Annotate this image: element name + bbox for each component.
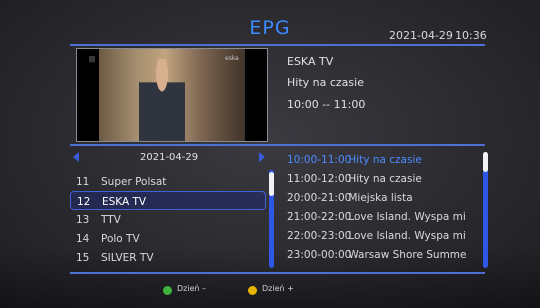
yellow-key-icon xyxy=(248,286,257,295)
green-key-label: Dzień – xyxy=(177,284,207,293)
info-channel-name: ESKA TV xyxy=(287,55,334,68)
channel-number: 11 xyxy=(76,176,90,188)
header-time: 10:36 xyxy=(455,29,487,42)
video-logo-right: eska xyxy=(225,55,239,62)
yellow-key-label: Dzień + xyxy=(262,284,294,293)
program-row[interactable]: 10:00-11:00 Hity na czasie xyxy=(287,154,422,166)
divider-top xyxy=(70,44,485,46)
program-list-scrollbar[interactable] xyxy=(483,152,488,268)
channel-name: Polo TV xyxy=(101,233,140,245)
program-time: 11:00-12:00 xyxy=(287,173,352,185)
channel-name: SILVER TV xyxy=(101,252,154,264)
channel-row-selected[interactable]: 12 ESKA TV xyxy=(70,191,266,210)
program-title: Hity na czasie xyxy=(348,173,422,185)
channel-number: 12 xyxy=(77,196,91,208)
channel-list-date: 2021-04-29 xyxy=(140,152,199,163)
program-row[interactable]: 22:00-23:00 Love Island. Wyspa mi xyxy=(287,230,466,242)
channel-row[interactable]: 13 TTV xyxy=(70,210,266,229)
program-time: 21:00-22:00 xyxy=(287,211,352,223)
program-row[interactable]: 20:00-21:00 Miejska lista xyxy=(287,192,413,204)
program-title: Warsaw Shore Summe xyxy=(348,249,467,261)
program-title: Love Island. Wyspa mi xyxy=(348,211,466,223)
info-event-title: Hity na czasie xyxy=(287,76,364,89)
channel-name: ESKA TV xyxy=(102,196,147,208)
info-event-time: 10:00 -- 11:00 xyxy=(287,98,366,111)
channel-name: TTV xyxy=(101,214,121,226)
channel-row[interactable]: 11 Super Polsat xyxy=(70,172,266,191)
divider-middle xyxy=(70,144,485,146)
divider-bottom xyxy=(70,272,485,274)
channel-number: 13 xyxy=(76,214,90,226)
program-title: Miejska lista xyxy=(348,192,413,204)
channel-list-scroll-thumb[interactable] xyxy=(269,172,274,196)
channel-row[interactable]: 15 SILVER TV xyxy=(70,248,266,267)
program-title: Love Island. Wyspa mi xyxy=(348,230,466,242)
video-logo-left: ||| xyxy=(89,56,96,63)
channel-number: 14 xyxy=(76,233,90,245)
channel-list-scrollbar[interactable] xyxy=(269,170,274,268)
channel-name: Super Polsat xyxy=(101,176,167,188)
program-time: 22:00-23:00 xyxy=(287,230,352,242)
program-title: Hity na czasie xyxy=(348,154,422,166)
program-row[interactable]: 21:00-22:00 Love Island. Wyspa mi xyxy=(287,211,466,223)
green-key-icon xyxy=(163,286,172,295)
prev-day-arrow-icon[interactable] xyxy=(73,152,79,162)
video-preview: ||| eska xyxy=(76,48,268,142)
program-time: 10:00-11:00 xyxy=(287,154,352,166)
program-time: 23:00-00:00 xyxy=(287,249,352,261)
program-row[interactable]: 23:00-00:00 Warsaw Shore Summe xyxy=(287,249,467,261)
video-person xyxy=(139,59,185,141)
program-list-scroll-thumb[interactable] xyxy=(483,152,488,172)
program-row[interactable]: 11:00-12:00 Hity na czasie xyxy=(287,173,422,185)
header-date: 2021-04-29 xyxy=(389,29,453,42)
channel-row[interactable]: 14 Polo TV xyxy=(70,229,266,248)
next-day-arrow-icon[interactable] xyxy=(259,152,265,162)
program-time: 20:00-21:00 xyxy=(287,192,352,204)
channel-number: 15 xyxy=(76,252,90,264)
